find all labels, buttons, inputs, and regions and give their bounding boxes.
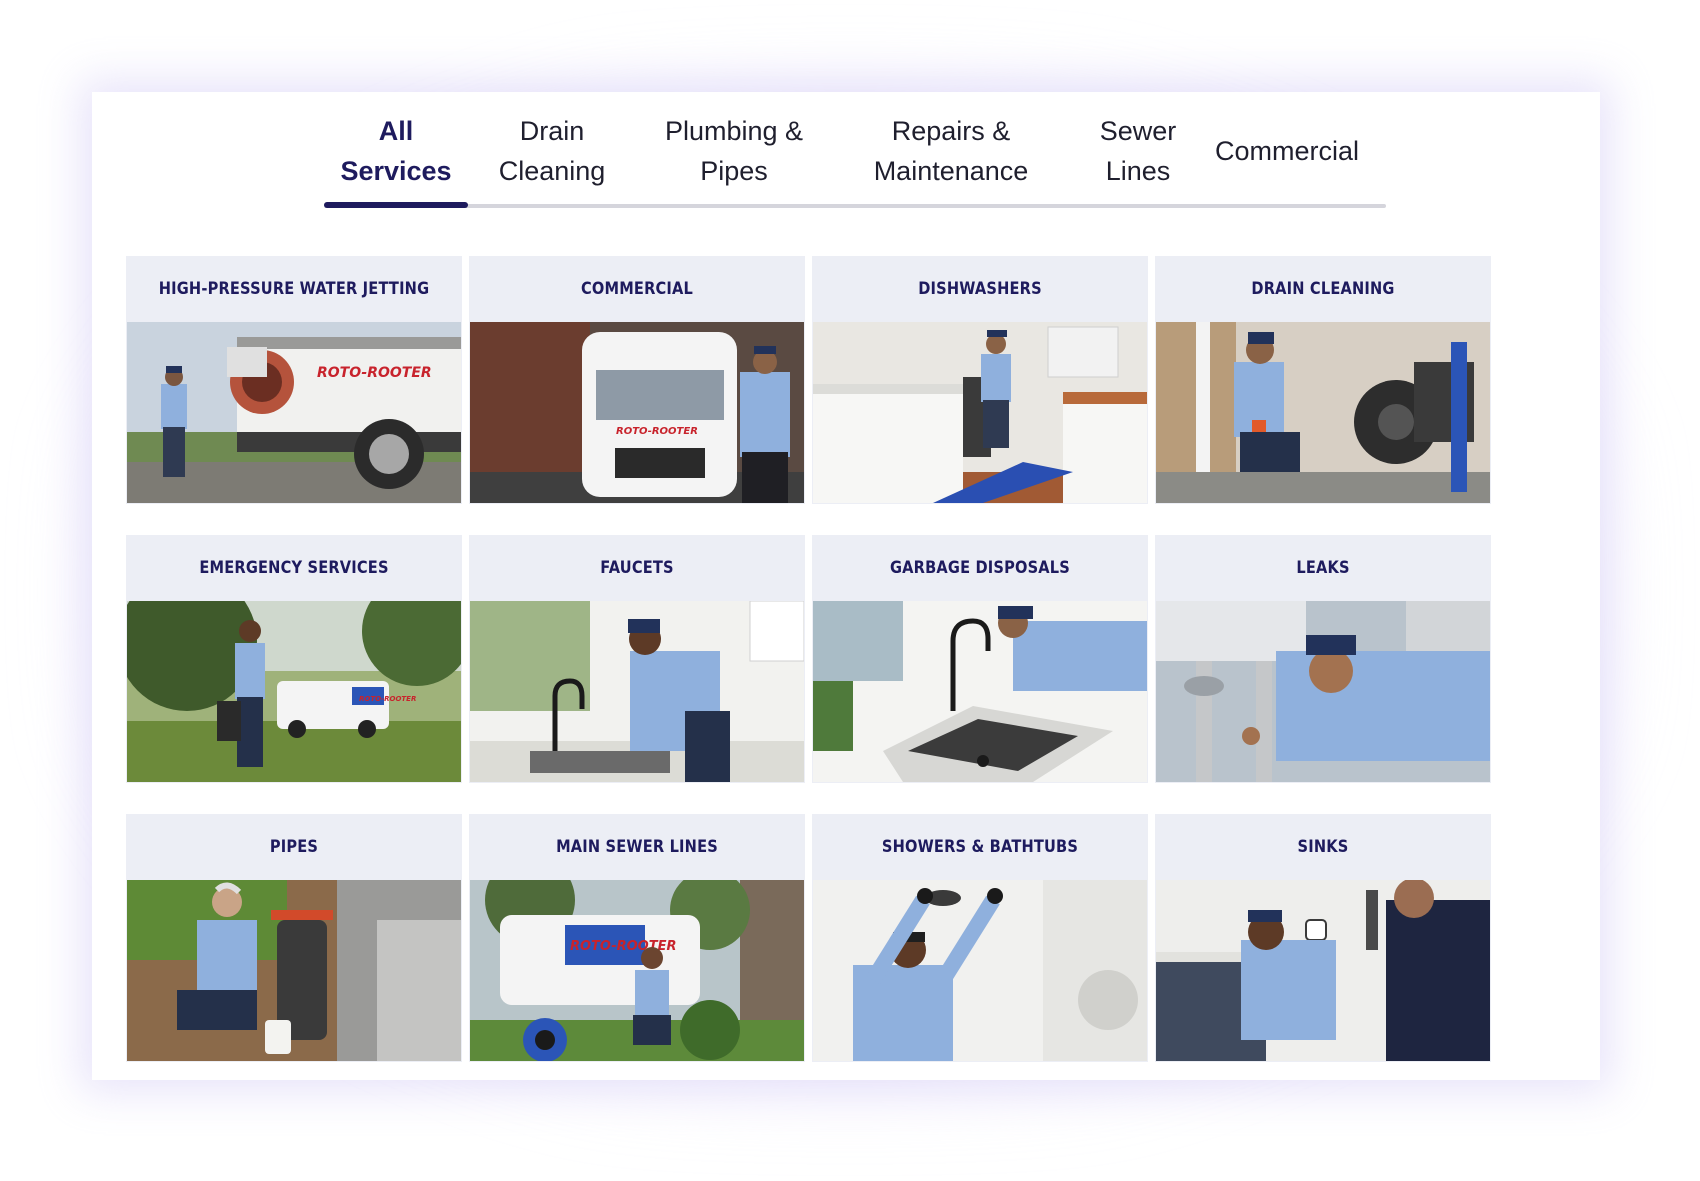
service-card-main-sewer-lines[interactable]: MAIN SEWER LINES ROTO-ROOTER xyxy=(469,814,805,1062)
service-photo xyxy=(813,322,1147,503)
tab-label-line2: Cleaning xyxy=(498,156,606,186)
service-photo xyxy=(1156,880,1490,1061)
service-card-pipes[interactable]: PIPES xyxy=(126,814,462,1062)
service-card-commercial[interactable]: COMMERCIAL ROTO-ROOTER xyxy=(469,256,805,504)
service-card-title: GARBAGE DISPOSALS xyxy=(890,558,1070,578)
tab-label-line2: Pipes xyxy=(700,156,768,186)
service-card-title: FAUCETS xyxy=(600,558,674,578)
tab-sewer-lines[interactable]: Sewer Lines xyxy=(1088,106,1188,196)
service-card-drain-cleaning[interactable]: DRAIN CLEANING xyxy=(1155,256,1491,504)
tab-label-line1: All xyxy=(378,116,414,146)
service-photo: ROTO-ROOTER xyxy=(470,880,804,1061)
service-photo xyxy=(1156,601,1490,782)
service-photo xyxy=(127,880,461,1061)
service-card-title: SINKS xyxy=(1297,837,1349,857)
tab-label-line1: Commercial xyxy=(1214,136,1360,166)
services-panel: All Services Drain Cleaning Plumbing & P… xyxy=(92,92,1600,1080)
active-tab-indicator xyxy=(324,202,468,208)
tabs-track xyxy=(324,204,1386,208)
tab-label-line2: Services xyxy=(340,156,452,186)
service-photo: ROTO-ROOTER xyxy=(470,322,804,503)
van-brand-text: ROTO-ROOTER xyxy=(616,426,698,437)
tab-label-line1: Drain xyxy=(519,116,585,146)
service-card-sinks[interactable]: SINKS xyxy=(1155,814,1491,1062)
tab-label-line1: Sewer xyxy=(1099,116,1177,146)
tab-label-line1: Repairs & xyxy=(891,116,1011,146)
tab-label-line2: Lines xyxy=(1105,156,1171,186)
tab-plumbing-pipes[interactable]: Plumbing & Pipes xyxy=(646,106,822,196)
tab-all-services[interactable]: All Services xyxy=(324,106,468,196)
van-brand-text: ROTO-ROOTER xyxy=(359,695,416,703)
service-photo xyxy=(1156,322,1490,503)
tab-repairs-maintenance[interactable]: Repairs & Maintenance xyxy=(852,106,1050,196)
service-photo: ROTO-ROOTER xyxy=(127,601,461,782)
service-card-emergency[interactable]: EMERGENCY SERVICES ROTO-ROOTER xyxy=(126,535,462,783)
service-photo xyxy=(470,601,804,782)
service-photo xyxy=(813,880,1147,1061)
tab-commercial[interactable]: Commercial xyxy=(1202,106,1372,196)
service-card-water-jetting[interactable]: HIGH-PRESSURE WATER JETTING ROTO-ROOTER xyxy=(126,256,462,504)
service-card-title: COMMERCIAL xyxy=(580,279,694,299)
service-card-title: MAIN SEWER LINES xyxy=(556,837,718,857)
service-card-title: DISHWASHERS xyxy=(918,279,1042,299)
service-card-faucets[interactable]: FAUCETS xyxy=(469,535,805,783)
service-card-leaks[interactable]: LEAKS xyxy=(1155,535,1491,783)
tab-label-line1: Plumbing & xyxy=(664,116,804,146)
service-card-showers-bathtubs[interactable]: SHOWERS & BATHTUBS xyxy=(812,814,1148,1062)
service-photo xyxy=(813,601,1147,782)
service-card-title: SHOWERS & BATHTUBS xyxy=(881,837,1079,857)
service-card-dishwashers[interactable]: DISHWASHERS xyxy=(812,256,1148,504)
tab-drain-cleaning[interactable]: Drain Cleaning xyxy=(480,106,624,196)
service-card-garbage-disposals[interactable]: GARBAGE DISPOSALS xyxy=(812,535,1148,783)
service-tabs: All Services Drain Cleaning Plumbing & P… xyxy=(324,92,1386,208)
tab-label-line2: Maintenance xyxy=(873,156,1029,186)
service-photo: ROTO-ROOTER xyxy=(127,322,461,503)
service-card-title: EMERGENCY SERVICES xyxy=(199,558,389,578)
service-card-title: HIGH-PRESSURE WATER JETTING xyxy=(158,279,430,299)
service-card-title: DRAIN CLEANING xyxy=(1251,279,1395,299)
truck-brand-text: ROTO-ROOTER xyxy=(317,365,432,381)
service-card-title: LEAKS xyxy=(1296,558,1350,578)
service-card-title: PIPES xyxy=(269,837,319,857)
